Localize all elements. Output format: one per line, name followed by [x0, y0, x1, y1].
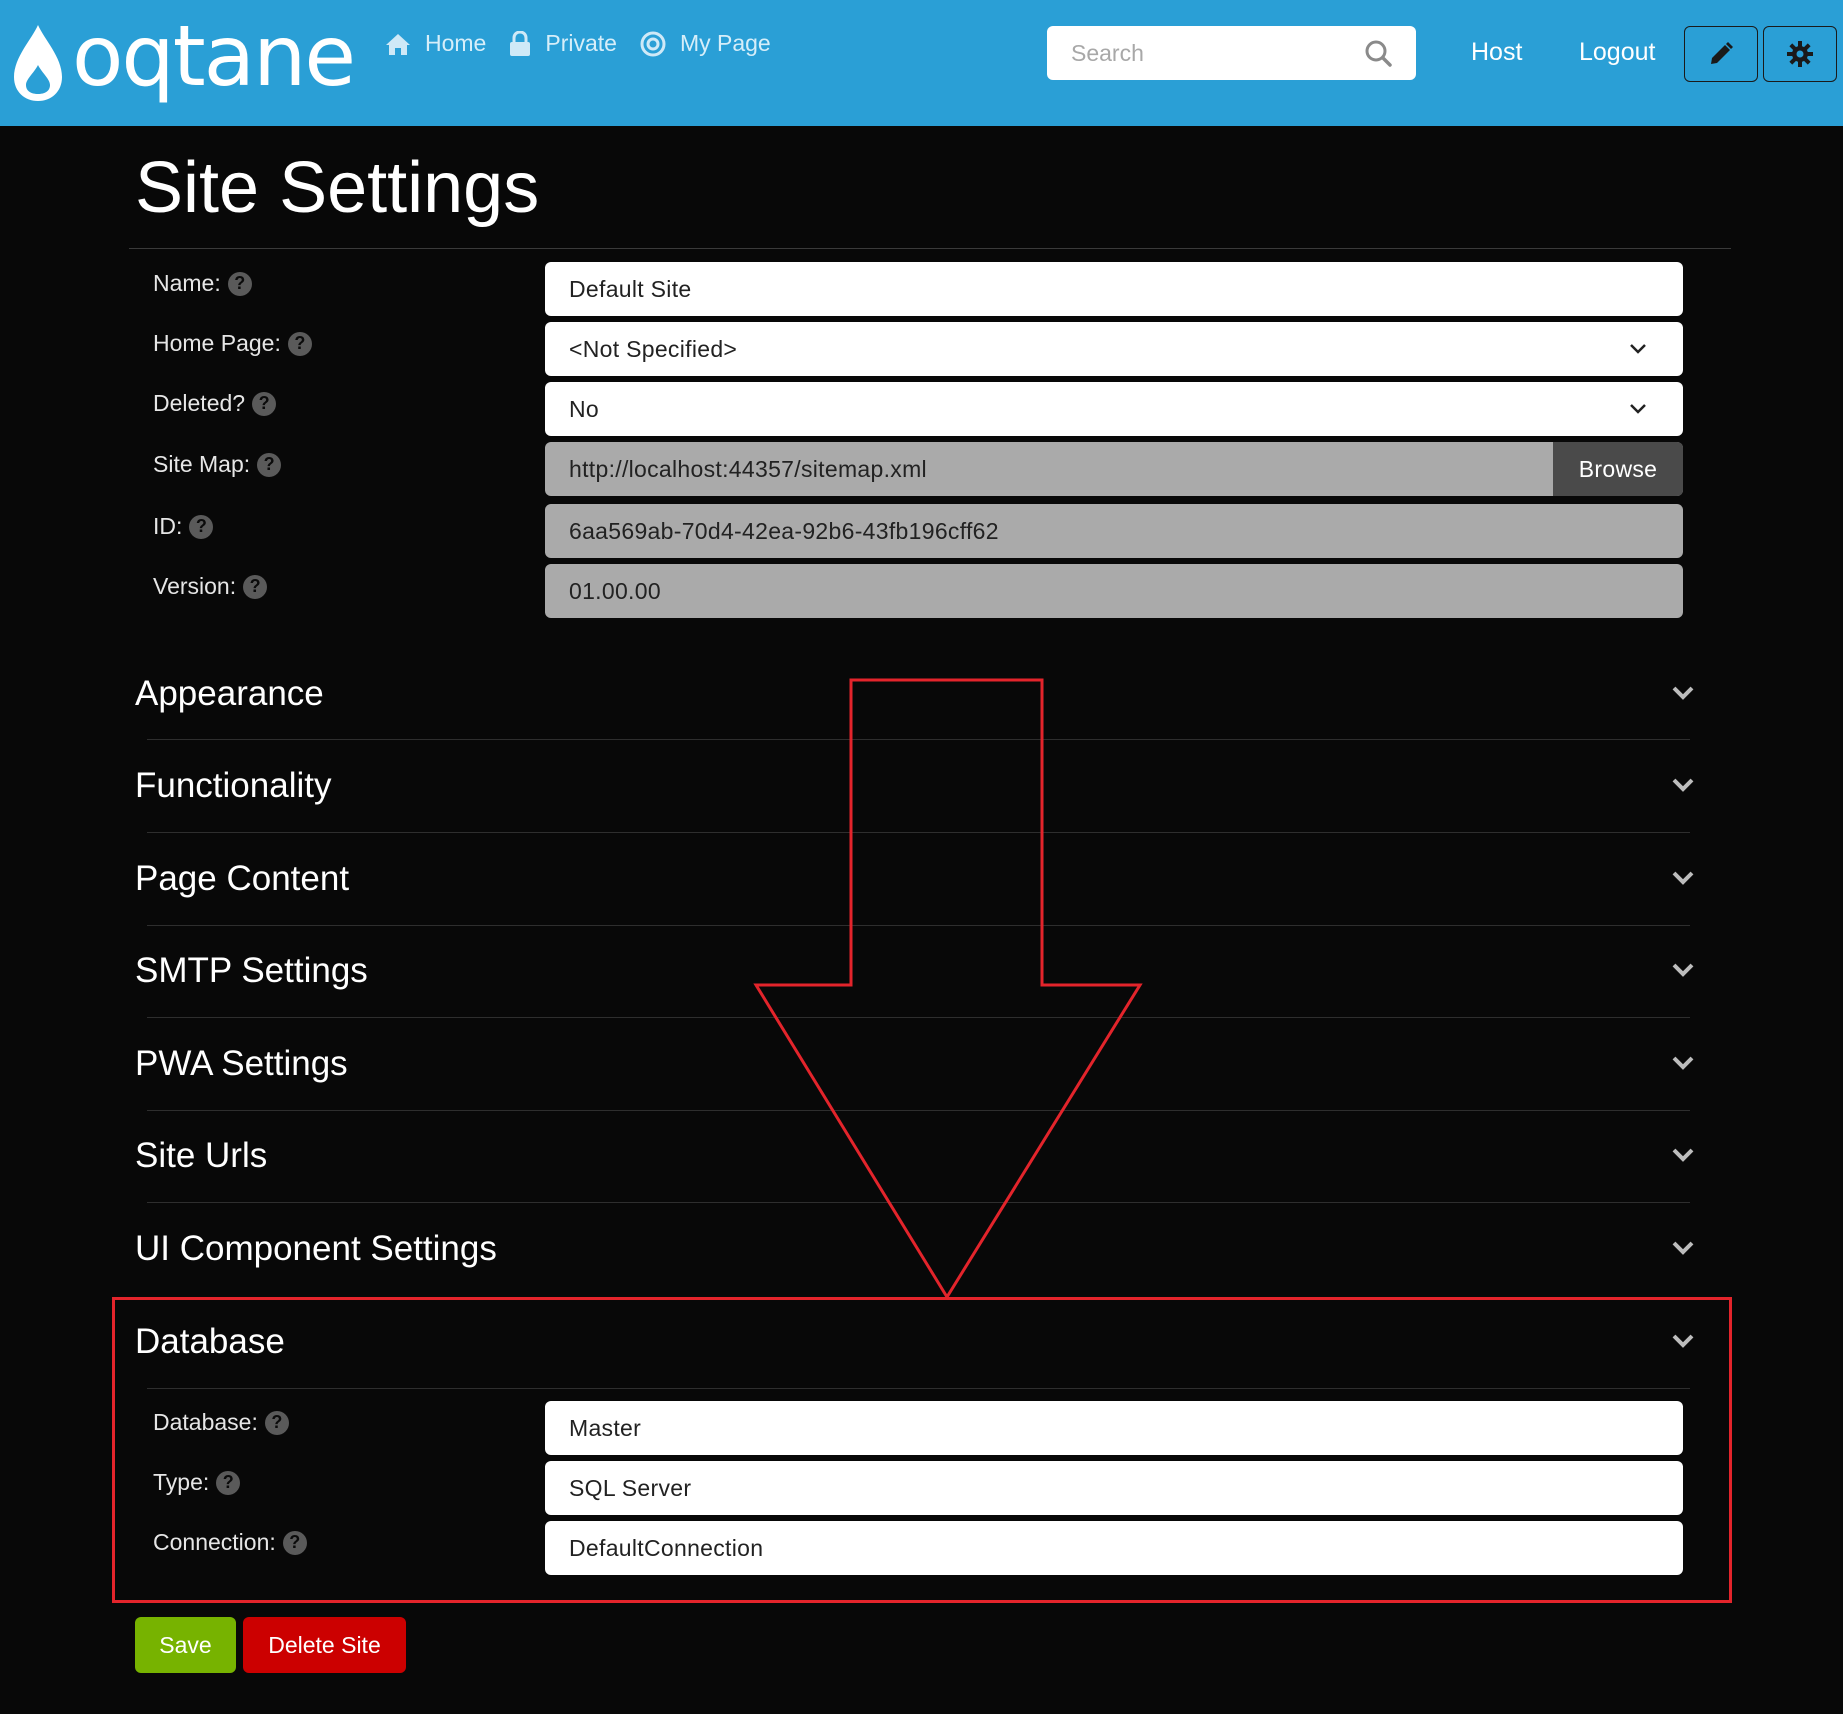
host-link[interactable]: Host [1471, 38, 1522, 67]
section-site-urls[interactable]: Site Urls [135, 1126, 1695, 1186]
version-field[interactable]: 01.00.00 [545, 564, 1683, 618]
chevron-down-icon [1672, 871, 1694, 885]
section-ui-component-settings[interactable]: UI Component Settings [135, 1219, 1695, 1279]
deleted-label: Deleted? ? [153, 390, 277, 417]
nav-my-page-label: My Page [679, 30, 771, 56]
section-title: Functionality [135, 766, 332, 805]
section-divider [147, 1202, 1690, 1203]
help-icon[interactable]: ? [216, 1470, 241, 1495]
chevron-down-icon [1672, 1241, 1694, 1255]
nav-private[interactable]: Private [509, 30, 617, 57]
section-title: UI Component Settings [135, 1229, 497, 1268]
type-field[interactable]: SQL Server [545, 1461, 1683, 1515]
section-title: Appearance [135, 674, 324, 713]
section-divider [147, 832, 1690, 833]
section-divider [147, 925, 1690, 926]
site-map-field[interactable]: http://localhost:44357/sitemap.xml Brows… [545, 442, 1683, 496]
chevron-down-icon [1672, 1056, 1694, 1070]
nav-private-label: Private [545, 30, 617, 56]
name-label: Name: ? [153, 270, 252, 297]
browse-button[interactable]: Browse [1553, 442, 1683, 496]
home-icon [386, 33, 410, 55]
chevron-down-icon [1672, 686, 1694, 700]
section-divider [147, 739, 1690, 740]
nav-home[interactable]: Home [385, 30, 486, 57]
chevron-down-icon [1672, 963, 1694, 977]
home-page-select[interactable]: <Not Specified> [545, 322, 1683, 376]
help-icon[interactable]: ? [264, 1410, 289, 1435]
pencil-icon [1711, 42, 1733, 64]
section-pwa-settings[interactable]: PWA Settings [135, 1034, 1695, 1094]
nav-home-label: Home [425, 30, 487, 56]
id-label: ID: ? [153, 513, 214, 540]
connection-label: Connection: ? [153, 1529, 307, 1556]
chevron-down-icon [1630, 344, 1646, 354]
search-icon[interactable] [1364, 39, 1392, 67]
section-page-content[interactable]: Page Content [135, 849, 1695, 909]
logo-text: oqtane [72, 7, 356, 105]
database-field[interactable]: Master [545, 1401, 1683, 1455]
chevron-down-icon [1672, 1334, 1694, 1348]
gear-icon [1787, 41, 1813, 67]
id-field[interactable]: 6aa569ab-70d4-42ea-92b6-43fb196cff62 [545, 504, 1683, 558]
section-title: Page Content [135, 859, 350, 898]
search-box [1047, 26, 1416, 80]
site-map-label: Site Map: ? [153, 451, 282, 478]
type-label: Type: ? [153, 1469, 241, 1496]
drop-logo-icon [14, 25, 62, 101]
help-icon[interactable]: ? [282, 1530, 307, 1555]
chevron-down-icon [1672, 1148, 1694, 1162]
lock-icon [510, 30, 531, 56]
section-divider [147, 1110, 1690, 1111]
nav-my-page[interactable]: My Page [640, 30, 771, 57]
section-divider [147, 1017, 1690, 1018]
section-title: Database [135, 1322, 285, 1361]
logout-link[interactable]: Logout [1579, 38, 1655, 67]
help-icon[interactable]: ? [252, 391, 277, 416]
help-icon[interactable]: ? [257, 452, 282, 477]
help-icon[interactable]: ? [243, 574, 268, 599]
search-input[interactable] [1047, 38, 1347, 68]
section-title: PWA Settings [135, 1044, 348, 1083]
top-navbar: oqtane Home Private My Page Search Host … [0, 0, 1843, 126]
section-appearance[interactable]: Appearance [135, 664, 1695, 724]
home-page-label: Home Page: ? [153, 330, 312, 357]
section-divider [147, 1388, 1690, 1389]
section-title: Site Urls [135, 1136, 268, 1175]
version-label: Version: ? [153, 573, 268, 600]
chevron-down-icon [1672, 778, 1694, 792]
section-database[interactable]: Database [135, 1312, 1695, 1372]
page-title: Site Settings [135, 148, 540, 228]
title-divider [129, 248, 1731, 249]
chevron-down-icon [1630, 404, 1646, 414]
main-nav: Home Private My Page [385, 30, 794, 57]
section-title: SMTP Settings [135, 951, 368, 990]
save-button[interactable]: Save [135, 1617, 236, 1673]
edit-mode-button[interactable] [1684, 26, 1758, 82]
control-panel-button[interactable] [1763, 26, 1837, 82]
target-icon [640, 31, 666, 56]
database-label: Database: ? [153, 1409, 289, 1436]
delete-site-button[interactable]: Delete Site [243, 1617, 406, 1673]
name-input[interactable]: Default Site [545, 262, 1683, 316]
help-icon[interactable]: ? [287, 331, 312, 356]
section-smtp-settings[interactable]: SMTP Settings [135, 941, 1695, 1001]
connection-field[interactable]: DefaultConnection [545, 1521, 1683, 1575]
help-icon[interactable]: ? [189, 514, 214, 539]
help-icon[interactable]: ? [227, 271, 252, 296]
oqtane-logo[interactable]: oqtane [10, 14, 356, 108]
deleted-select[interactable]: No [545, 382, 1683, 436]
section-functionality[interactable]: Functionality [135, 756, 1695, 816]
